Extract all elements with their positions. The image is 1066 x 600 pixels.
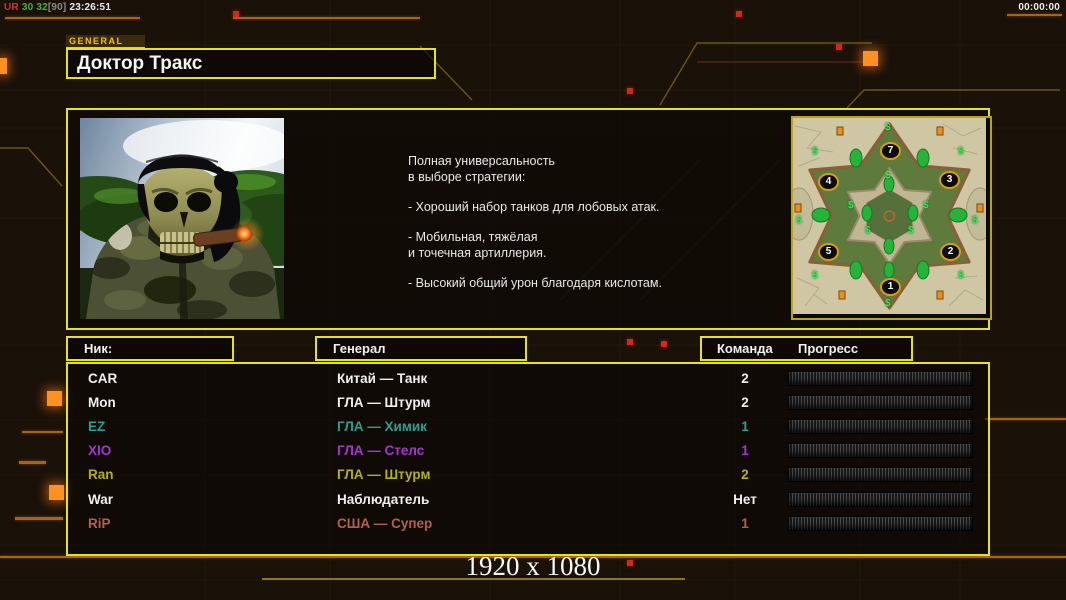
player-nick: Mon xyxy=(68,395,337,410)
player-nick: XIO xyxy=(68,443,337,458)
player-nick: War xyxy=(68,492,337,507)
supply-marker: $ xyxy=(865,225,871,236)
player-team: 1 xyxy=(702,443,788,458)
supply-marker: $ xyxy=(848,200,854,211)
decor-square-red xyxy=(627,88,633,94)
player-progress-bar xyxy=(788,419,973,434)
dr-thrax-portrait-art xyxy=(80,118,284,319)
map-start-position: 4 xyxy=(818,173,839,191)
decor-line xyxy=(5,17,140,19)
player-progress-bar xyxy=(788,443,973,458)
decor-line xyxy=(19,461,46,464)
supply-marker: $ xyxy=(923,200,929,211)
player-nick: Ran xyxy=(68,467,337,482)
player-nick: CAR xyxy=(68,371,337,386)
table-row: RiP США — Супер 1 xyxy=(68,511,988,535)
player-general: ГЛА — Химик xyxy=(337,419,702,434)
table-row: XIO ГЛА — Стелс 1 xyxy=(68,439,988,463)
player-nick: RiP xyxy=(68,516,337,531)
supply-marker: $ xyxy=(796,215,802,226)
supply-marker: $ xyxy=(908,225,914,236)
table-row: CAR Китай — Танк 2 xyxy=(68,366,988,390)
player-general: Наблюдатель xyxy=(337,492,702,507)
player-team: 2 xyxy=(702,371,788,386)
general-info-panel: Полная универсальностьв выборе стратегии… xyxy=(66,108,990,330)
supply-marker: $ xyxy=(958,146,964,157)
player-progress-bar xyxy=(788,492,973,507)
table-row: Mon ГЛА — Штурм 2 xyxy=(68,390,988,414)
map-start-position: 2 xyxy=(940,243,961,261)
general-name: Доктор Тракс xyxy=(68,50,434,77)
supply-marker: $ xyxy=(885,298,891,309)
map-start-position: 5 xyxy=(818,243,839,261)
decor-line xyxy=(1007,14,1062,16)
decor-square-orange xyxy=(47,391,62,406)
table-row: Ran ГЛА — Штурм 2 xyxy=(68,463,988,487)
decor-square-red xyxy=(836,44,842,50)
decor-square-red xyxy=(627,560,633,566)
header-team-progress: Команда Прогресс xyxy=(700,336,913,361)
player-general: США — Супер xyxy=(337,516,702,531)
resolution-label: 1920 x 1080 xyxy=(466,551,601,582)
map-start-position: 7 xyxy=(880,142,901,160)
supply-marker: $ xyxy=(812,146,818,157)
player-progress-bar xyxy=(788,395,973,410)
map-start-position: 3 xyxy=(939,171,960,189)
supply-marker: $ xyxy=(958,270,964,281)
player-nick: EZ xyxy=(68,419,337,434)
decor-square-red xyxy=(736,11,742,17)
header-nick: Ник: xyxy=(66,336,234,361)
player-general: ГЛА — Стелс xyxy=(337,443,702,458)
decor-square-red xyxy=(661,341,667,347)
decor-square-orange xyxy=(863,51,878,66)
general-title-box: Доктор Тракс xyxy=(66,48,436,79)
player-team: 2 xyxy=(702,395,788,410)
header-progress: Прогресс xyxy=(798,338,858,359)
table-row: War Наблюдатель Нет xyxy=(68,487,988,511)
general-tab-label: GENERAL xyxy=(66,35,145,49)
decor-square-orange xyxy=(49,485,64,500)
roster-rows: CAR Китай — Танк 2 Mon ГЛА — Штурм 2 EZ … xyxy=(68,366,988,535)
decor-line xyxy=(22,431,63,433)
player-progress-bar xyxy=(788,371,973,386)
performance-overlay: UR 30 32[90] 23:26:51 xyxy=(4,2,111,13)
player-general: ГЛА — Штурм xyxy=(337,467,702,482)
decor-line xyxy=(15,517,63,520)
header-general: Генерал xyxy=(315,336,527,361)
player-team: 2 xyxy=(702,467,788,482)
map-start-positions: 7 4 3 5 2 1 $ $ $ $ $ $ $ $ $ $ $ $ $ xyxy=(793,118,986,314)
decor-line xyxy=(233,17,420,19)
general-portrait xyxy=(80,118,284,319)
decor-square-red xyxy=(233,11,239,17)
map-preview: 7 4 3 5 2 1 $ $ $ $ $ $ $ $ $ $ $ $ $ xyxy=(791,116,992,320)
player-general: ГЛА — Штурм xyxy=(337,395,702,410)
decor-line xyxy=(985,418,1066,420)
header-team: Команда xyxy=(717,338,773,359)
player-progress-bar xyxy=(788,516,973,531)
map-start-position: 1 xyxy=(880,278,901,296)
decor-square-red xyxy=(627,339,633,345)
general-description: Полная универсальностьв выборе стратегии… xyxy=(408,153,758,291)
player-general: Китай — Танк xyxy=(337,371,702,386)
player-team: Нет xyxy=(702,492,788,507)
table-row: EZ ГЛА — Химик 1 xyxy=(68,414,988,438)
supply-marker: $ xyxy=(885,122,891,133)
supply-marker: $ xyxy=(972,215,978,226)
player-progress-bar xyxy=(788,467,973,482)
player-team: 1 xyxy=(702,419,788,434)
player-roster-panel: CAR Китай — Танк 2 Mon ГЛА — Штурм 2 EZ … xyxy=(66,362,990,556)
supply-marker: $ xyxy=(812,270,818,281)
player-team: 1 xyxy=(702,516,788,531)
match-timer: 00:00:00 xyxy=(1018,2,1060,13)
supply-marker: $ xyxy=(885,170,891,181)
decor-square-orange xyxy=(0,58,7,74)
